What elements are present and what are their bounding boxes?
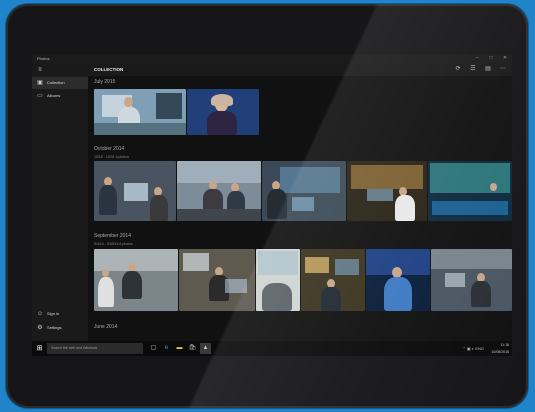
window-title: Photos [37,56,50,61]
close-button[interactable]: ✕ [498,54,512,63]
photo-thumbnail[interactable] [177,161,261,221]
hamburger-menu-button[interactable]: ≡ [32,64,88,76]
sidebar: ≡ ▣ Collection ▭ Albums ☺ Sign in ⚙ Sett… [32,63,88,341]
photo-thumbnail[interactable] [179,249,255,311]
taskbar: ⊞ Search the web and Windows ▢ e ▬ 🛍 ▲ ⌃… [32,341,512,356]
photo-thumbnail[interactable] [256,249,300,311]
section-title: October 2014 [94,146,125,152]
sidebar-item-sign-in[interactable]: ☺ Sign in [32,308,88,320]
maximize-button[interactable]: □ [484,54,498,63]
minimize-button[interactable]: – [470,54,484,63]
sidebar-item-label: Collection [47,80,65,85]
clock-date: 10/05/2015 [491,349,509,354]
photo-thumbnail[interactable] [366,249,430,311]
sidebar-item-collection[interactable]: ▣ Collection [32,77,88,89]
collection-view: COLLECTION ⟳ ☰ ▤ ⋯ July 2015 October 201… [88,63,512,341]
photos-app-icon[interactable]: ▲ [200,343,211,354]
photo-thumbnail[interactable] [187,89,259,135]
language-indicator: ENG [475,346,484,351]
collection-icon: ▣ [37,80,43,86]
section-title: June 2014 [94,324,118,330]
photo-thumbnail[interactable] [431,249,512,311]
select-icon[interactable]: ☰ [467,63,479,76]
section-title: July 2015 [94,79,116,85]
sidebar-item-albums[interactable]: ▭ Albums [32,90,88,102]
person-icon: ☺ [36,311,44,317]
sidebar-item-label: Sign in [47,311,60,316]
gear-icon: ⚙ [37,325,43,331]
sidebar-item-label: Settings [47,325,62,330]
photo-thumbnail[interactable] [94,161,176,221]
app-screen: Photos – □ ✕ ≡ ▣ Collection ▭ Albums ☺ S… [32,54,512,356]
system-tray-icons[interactable]: ⌃ ▣ ◐ ENG [462,343,484,354]
task-view-icon[interactable]: ▢ [148,343,159,354]
photo-thumbnail[interactable] [94,249,178,311]
more-icon[interactable]: ⋯ [497,63,509,76]
start-button[interactable]: ⊞ [35,344,44,353]
taskbar-search-input[interactable]: Search the web and Windows [47,343,143,354]
sidebar-item-label: Albums [47,93,61,98]
page-title: COLLECTION [94,67,124,72]
albums-icon: ▭ [37,93,43,99]
refresh-icon[interactable]: ⟳ [452,63,464,76]
section-subtitle: 10/15 - 10/31 5 photos [94,155,130,159]
store-icon[interactable]: 🛍 [187,343,198,354]
photo-thumbnail[interactable] [428,161,512,221]
hamburger-icon: ≡ [38,67,42,73]
tablet-frame: Photos – □ ✕ ≡ ▣ Collection ▭ Albums ☺ S… [6,4,528,408]
photo-thumbnail[interactable] [347,161,427,221]
section-title: September 2014 [94,233,131,239]
slideshow-icon[interactable]: ▤ [482,63,494,76]
photo-thumbnail[interactable] [301,249,365,311]
section-subtitle: 9/4/14 - 9/30/14 6 photos [94,242,133,246]
title-bar: Photos – □ ✕ [32,54,512,63]
taskbar-clock[interactable]: 11:18 10/05/2015 [491,342,509,355]
photo-thumbnail[interactable] [94,89,186,135]
sidebar-item-settings[interactable]: ⚙ Settings [32,322,88,334]
file-explorer-icon[interactable]: ▬ [174,343,185,354]
edge-browser-icon[interactable]: e [161,343,172,354]
photo-thumbnail[interactable] [262,161,346,221]
collection-header: COLLECTION ⟳ ☰ ▤ ⋯ [88,63,512,76]
